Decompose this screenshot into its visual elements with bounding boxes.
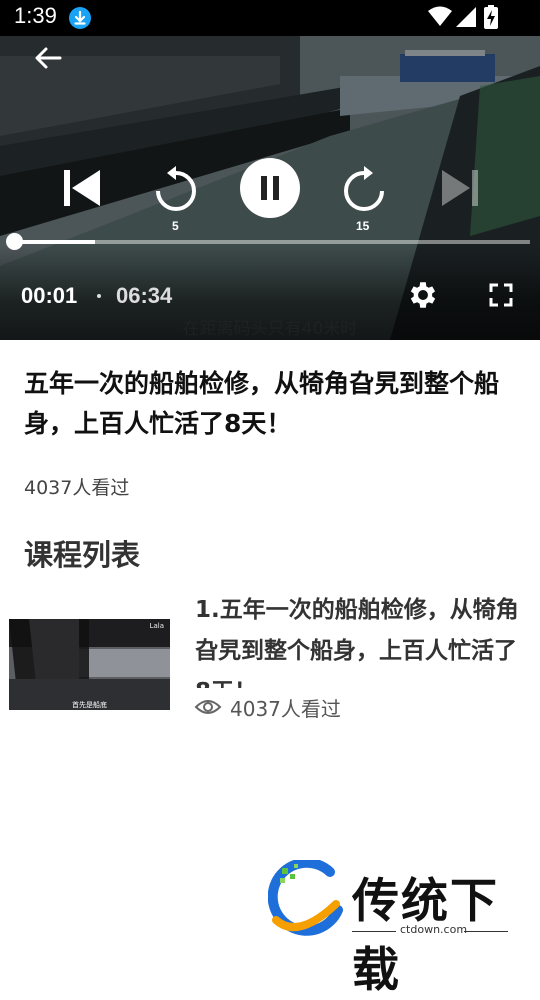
- battery-charging-icon: [484, 5, 498, 33]
- forward-seconds-label: 15: [356, 219, 370, 233]
- course-thumbnail[interactable]: Lala 首先是船底: [9, 619, 170, 710]
- eye-icon: [194, 697, 222, 721]
- video-title: 五年一次的船舶检修，从犄角旮旯到整个船身，上百人忙活了8天！: [24, 369, 500, 438]
- progress-thumb[interactable]: [5, 233, 23, 250]
- rewind-icon[interactable]: [153, 163, 199, 219]
- view-count: 4037人看过: [24, 477, 130, 499]
- course-list-heading: 课程列表: [24, 538, 141, 572]
- course-item-title[interactable]: 1.五年一次的船舶检修，从犄角旮旯到整个船身，上百人忙活了8天！: [195, 590, 525, 688]
- status-bar: 1:39: [0, 0, 540, 36]
- pause-button[interactable]: [240, 158, 300, 218]
- pause-icon: [261, 176, 267, 200]
- thumbnail-caption: 首先是船底: [72, 701, 107, 709]
- progress-buffered: [12, 240, 95, 244]
- skip-next-icon[interactable]: [440, 170, 480, 210]
- ctdown-logo-icon: [267, 857, 346, 942]
- gear-icon[interactable]: [406, 278, 440, 316]
- signal-icon: [455, 6, 477, 32]
- wifi-icon: [428, 6, 452, 32]
- total-time: 06:34: [116, 283, 173, 308]
- progress-bar[interactable]: [12, 240, 530, 244]
- download-icon: [69, 7, 91, 29]
- current-time: 00:01: [21, 283, 78, 308]
- video-player[interactable]: 5 15 00:01 06:34 在距离码头只有40米时: [0, 36, 540, 340]
- watermark-divider: [464, 931, 508, 932]
- rewind-seconds-label: 5: [172, 219, 179, 233]
- course-item-views: 4037人看过: [230, 697, 341, 721]
- thumbnail-brand: Lala: [149, 622, 164, 630]
- video-subtitle: 在距离码头只有40米时: [182, 319, 358, 339]
- skip-previous-icon[interactable]: [62, 170, 102, 210]
- status-time: 1:39: [14, 3, 57, 28]
- back-arrow-icon[interactable]: [32, 42, 64, 74]
- watermark-url: ctdown.com: [400, 923, 468, 936]
- time-separator: [97, 294, 101, 298]
- fast-forward-icon[interactable]: [341, 163, 387, 219]
- watermark-divider: [352, 931, 396, 932]
- fullscreen-icon[interactable]: [489, 283, 513, 311]
